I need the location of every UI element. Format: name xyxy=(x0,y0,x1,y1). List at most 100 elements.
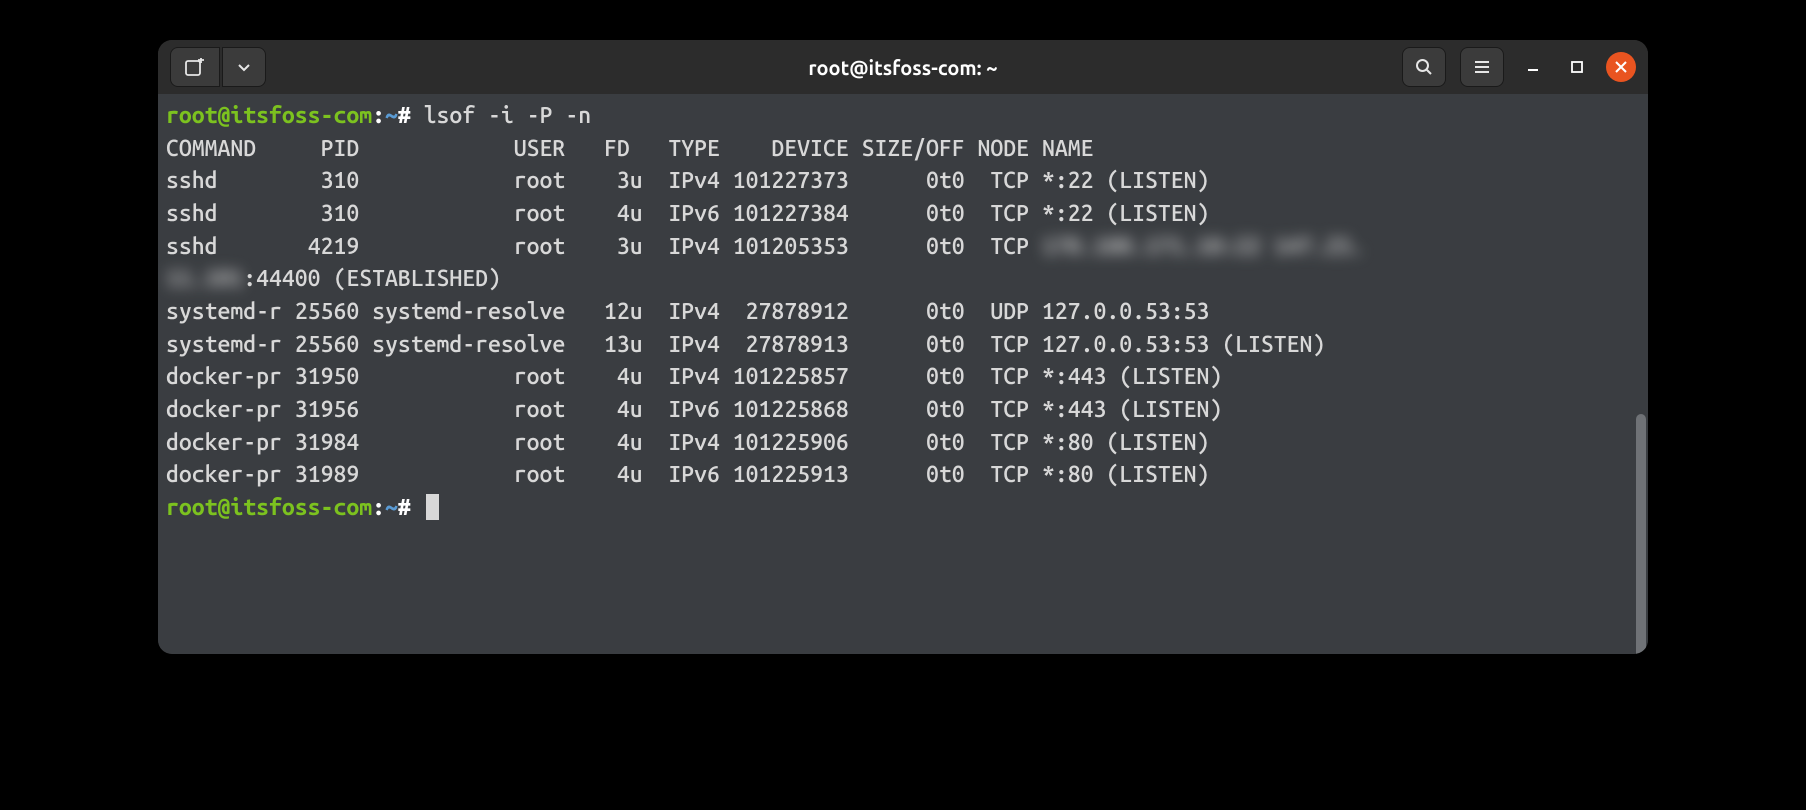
cell: 12u xyxy=(604,299,643,324)
cell: docker-pr xyxy=(166,397,282,422)
col-node: NODE xyxy=(978,136,1030,161)
cell: 101225906 xyxy=(733,430,849,455)
cell: *:22 (LISTEN) xyxy=(1042,168,1209,193)
cell: IPv6 xyxy=(668,397,720,422)
cell: *:443 (LISTEN) xyxy=(1042,364,1222,389)
cell: sshd xyxy=(166,201,218,226)
prompt-symbol: # xyxy=(398,495,411,520)
cell: TCP xyxy=(990,332,1029,357)
window-controls xyxy=(1402,47,1636,87)
tab-controls xyxy=(170,47,266,87)
cell: IPv4 xyxy=(668,332,720,357)
cell: IPv4 xyxy=(668,364,720,389)
prompt-colon: : xyxy=(372,495,385,520)
close-button[interactable] xyxy=(1606,52,1636,82)
cell: TCP xyxy=(990,364,1029,389)
cell: 13u xyxy=(604,332,643,357)
cell: docker-pr xyxy=(166,364,282,389)
cell: 4u xyxy=(617,430,643,455)
cell: root xyxy=(514,168,566,193)
cell: 4u xyxy=(617,201,643,226)
cell: 101227384 xyxy=(733,201,849,226)
cell: 4u xyxy=(617,364,643,389)
cell: 101205353 xyxy=(733,234,849,259)
cell: root xyxy=(514,364,566,389)
redacted-ip: 11.101 xyxy=(166,263,243,296)
cell: 0t0 xyxy=(926,462,965,487)
cell: 3u xyxy=(617,234,643,259)
hamburger-menu-button[interactable] xyxy=(1460,47,1504,87)
chevron-down-icon xyxy=(237,60,251,74)
cell: 0t0 xyxy=(926,299,965,324)
cell: IPv4 xyxy=(668,234,720,259)
col-user: USER xyxy=(514,136,566,161)
cell: 101225913 xyxy=(733,462,849,487)
cell: IPv4 xyxy=(668,299,720,324)
new-tab-icon xyxy=(185,58,205,76)
cell: 4u xyxy=(617,397,643,422)
cell: UDP xyxy=(990,299,1029,324)
cell: :44400 (ESTABLISHED) xyxy=(243,266,501,291)
cell: TCP xyxy=(990,430,1029,455)
cell: *:80 (LISTEN) xyxy=(1042,430,1209,455)
cell: 0t0 xyxy=(926,234,965,259)
scrollbar[interactable] xyxy=(1636,414,1646,654)
window-title: root@itsfoss-com: ~ xyxy=(808,56,997,79)
cell: IPv4 xyxy=(668,168,720,193)
col-command: COMMAND xyxy=(166,136,256,161)
redacted-ip: 170.100.171.10:22 147.25. xyxy=(1042,231,1364,264)
hamburger-icon xyxy=(1473,58,1491,76)
cell: 4219 xyxy=(308,234,360,259)
cell: TCP xyxy=(990,201,1029,226)
maximize-icon xyxy=(1571,61,1583,73)
cell: IPv6 xyxy=(668,462,720,487)
cell: IPv4 xyxy=(668,430,720,455)
cell: IPv6 xyxy=(668,201,720,226)
cell: docker-pr xyxy=(166,462,282,487)
minimize-icon xyxy=(1526,60,1540,74)
cell: root xyxy=(514,462,566,487)
cell: *:22 (LISTEN) xyxy=(1042,201,1209,226)
col-pid: PID xyxy=(321,136,360,161)
cell: 27878912 xyxy=(746,299,849,324)
titlebar: root@itsfoss-com: ~ xyxy=(158,40,1648,94)
cell: TCP xyxy=(990,462,1029,487)
cell: 127.0.0.53:53 xyxy=(1042,299,1209,324)
cell: sshd xyxy=(166,168,218,193)
close-icon xyxy=(1615,61,1627,73)
cell: 127.0.0.53:53 (LISTEN) xyxy=(1042,332,1325,357)
cell: root xyxy=(514,201,566,226)
prompt-colon: : xyxy=(372,103,385,128)
minimize-button[interactable] xyxy=(1518,52,1548,82)
cell: 4u xyxy=(617,462,643,487)
cell: 0t0 xyxy=(926,430,965,455)
terminal-output[interactable]: root@itsfoss-com:~# lsof -i -P -n COMMAN… xyxy=(158,94,1648,654)
cell: root xyxy=(514,397,566,422)
cell: systemd-r xyxy=(166,332,282,357)
cell: 0t0 xyxy=(926,364,965,389)
cell: 310 xyxy=(321,201,360,226)
prompt-path: ~ xyxy=(385,103,398,128)
prompt-symbol: # xyxy=(398,103,411,128)
cell: 0t0 xyxy=(926,397,965,422)
cell: sshd xyxy=(166,234,218,259)
cell: 101225857 xyxy=(733,364,849,389)
cell: systemd-resolve xyxy=(372,299,565,324)
command-text: lsof -i -P -n xyxy=(424,103,591,128)
cell: 25560 xyxy=(295,299,359,324)
col-device: DEVICE xyxy=(771,136,848,161)
cell: *:80 (LISTEN) xyxy=(1042,462,1209,487)
search-button[interactable] xyxy=(1402,47,1446,87)
cell: 0t0 xyxy=(926,332,965,357)
cell: 310 xyxy=(321,168,360,193)
tab-dropdown-button[interactable] xyxy=(222,47,266,87)
maximize-button[interactable] xyxy=(1562,52,1592,82)
search-icon xyxy=(1415,58,1433,76)
cell: systemd-r xyxy=(166,299,282,324)
cell: *:443 (LISTEN) xyxy=(1042,397,1222,422)
cell: 27878913 xyxy=(746,332,849,357)
new-tab-button[interactable] xyxy=(170,47,220,87)
cell: systemd-resolve xyxy=(372,332,565,357)
col-type: TYPE xyxy=(668,136,720,161)
cell: 31989 xyxy=(295,462,359,487)
